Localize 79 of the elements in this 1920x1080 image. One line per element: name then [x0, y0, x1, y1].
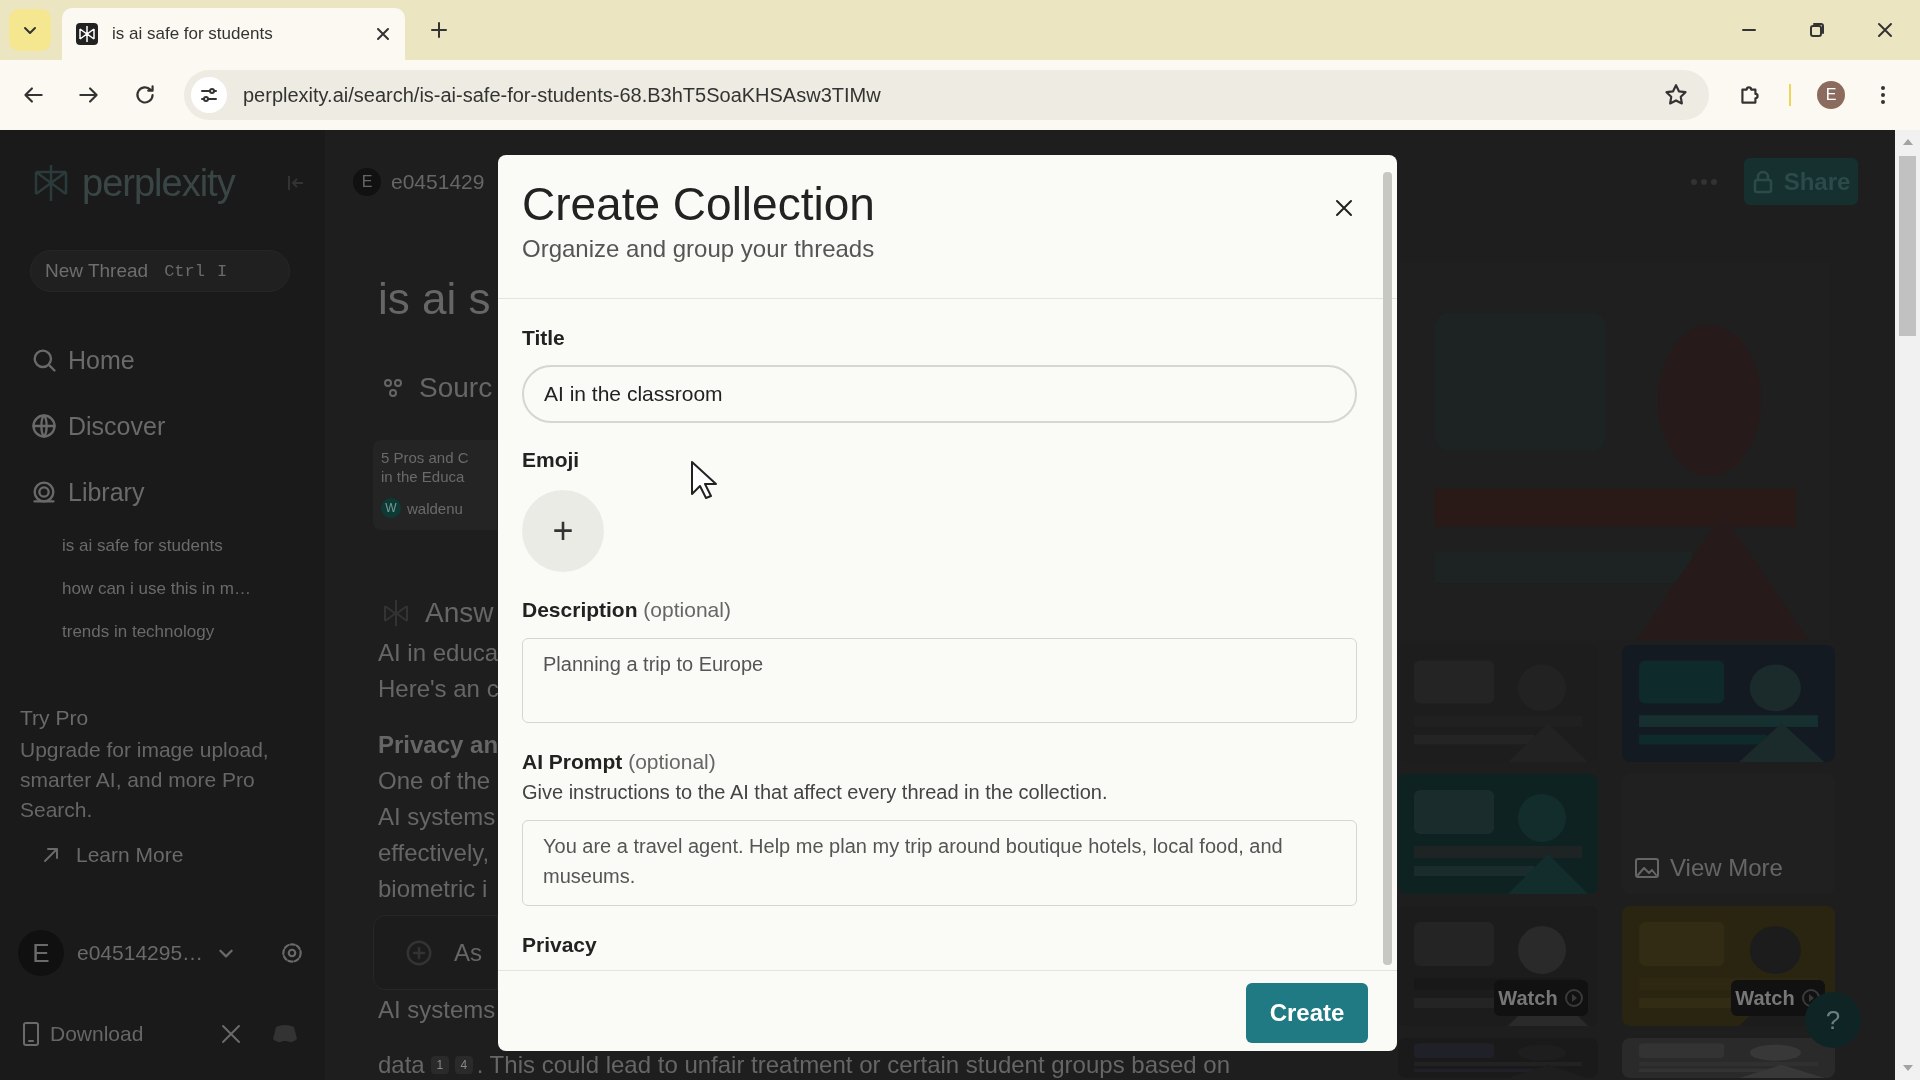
- citation-badge[interactable]: 1: [430, 1056, 449, 1074]
- source-site: waldenu: [407, 498, 463, 518]
- library-thread-link[interactable]: how can i use this in m…: [62, 577, 325, 601]
- x-logo-icon[interactable]: [220, 1023, 242, 1045]
- section-heading: Sourc: [419, 372, 493, 404]
- add-emoji-button[interactable]: +: [522, 490, 604, 572]
- watch-button[interactable]: Watch: [1731, 980, 1825, 1016]
- field-label: AI Prompt (optional): [522, 749, 717, 775]
- globe-icon: [30, 412, 58, 440]
- shortcut-key: Ctrl: [164, 261, 205, 281]
- description-field[interactable]: Planning a trip to Europe: [522, 638, 1357, 723]
- close-icon[interactable]: [1333, 197, 1355, 219]
- learn-more-link[interactable]: Learn More: [40, 841, 325, 869]
- restore-icon[interactable]: [1808, 21, 1826, 39]
- scrollbar-thumb[interactable]: [1899, 156, 1916, 336]
- browser-tab[interactable]: is ai safe for students: [62, 8, 405, 60]
- perplexity-logo-icon: [76, 23, 98, 45]
- answer-text: data: [378, 1052, 425, 1078]
- sliders-icon: [199, 85, 219, 105]
- address-bar[interactable]: perplexity.ai/search/is-ai-safe-for-students-68.B3hT5SoaKHSAsw3TIMw: [184, 70, 1709, 120]
- answer-text: Here's an c: [378, 674, 499, 704]
- new-thread-button[interactable]: New Thread Ctrl I: [30, 250, 290, 292]
- close-icon[interactable]: [375, 26, 391, 42]
- field-help-text: Give instructions to the AI that affect every thread in the collection.: [522, 780, 1109, 804]
- field-label: Description (optional): [522, 597, 732, 623]
- sources-icon: [381, 376, 405, 400]
- dialog-title: Create Collection: [522, 177, 875, 231]
- title-field[interactable]: AI in the classroom: [522, 365, 1357, 423]
- thread-title: is ai s: [378, 274, 492, 324]
- close-icon[interactable]: [1876, 21, 1894, 39]
- citation-badge[interactable]: 4: [454, 1056, 473, 1074]
- settings-icon[interactable]: [279, 940, 305, 966]
- nav-item[interactable]: Home: [30, 340, 325, 380]
- field-label: Title: [522, 325, 566, 351]
- view-more-button[interactable]: View More: [1634, 854, 1823, 882]
- library-thread-link[interactable]: is ai safe for students: [62, 534, 325, 558]
- nav-item[interactable]: Discover: [30, 406, 325, 446]
- image-icon: [1634, 856, 1660, 880]
- site-settings-button[interactable]: [191, 77, 227, 113]
- answer-text: . This could lead to unfair treatment or certain student groups based on: [476, 1052, 1231, 1078]
- answer-text: effectively,: [378, 838, 490, 868]
- source-title: in the Educa: [381, 467, 466, 486]
- field-label: Emoji: [522, 447, 581, 473]
- phone-icon: [20, 1021, 42, 1047]
- user-name: e0451429: [391, 170, 485, 194]
- new-thread-label: New Thread: [45, 260, 149, 282]
- library-thread-link[interactable]: trends in technology: [62, 620, 325, 644]
- user-avatar[interactable]: E: [18, 930, 64, 976]
- lock-icon: [1751, 169, 1774, 194]
- new-tab-icon[interactable]: [429, 20, 449, 40]
- mouse-pointer-icon: [690, 460, 718, 500]
- watch-button[interactable]: Watch: [1494, 980, 1588, 1016]
- answer-subheading: Privacy an: [378, 730, 499, 760]
- section-heading: Answ: [425, 597, 494, 629]
- answer-text: One of the: [378, 766, 491, 796]
- shortcut-key: I: [216, 261, 228, 281]
- try-pro-text: Upgrade for image upload, smarter AI, and more Pro Search.: [20, 737, 270, 823]
- answer-text: biometric i: [378, 874, 488, 904]
- download-link[interactable]: Download: [50, 1022, 220, 1046]
- site-favicon: W: [381, 498, 401, 518]
- nav-item[interactable]: Library: [30, 472, 325, 512]
- field-label: Privacy: [522, 932, 598, 958]
- try-pro-title: Try Pro: [20, 706, 90, 730]
- ai-prompt-field[interactable]: You are a travel agent. Help me plan my trip around boutique hotels, local food, and museums.: [522, 820, 1357, 906]
- ask-follow-up-field[interactable]: As: [373, 915, 498, 990]
- help-button[interactable]: ?: [1805, 992, 1861, 1048]
- dialog-subtitle: Organize and group your threads: [522, 235, 875, 263]
- user-name[interactable]: e04514295…: [77, 941, 217, 965]
- answer-text: AI in educa: [378, 638, 499, 668]
- answer-text: AI systems: [378, 802, 496, 832]
- tab-title: is ai safe for students: [112, 24, 274, 44]
- play-circle-icon: [1563, 988, 1584, 1008]
- profile-avatar[interactable]: E: [1817, 81, 1845, 109]
- source-card[interactable]: 5 Pros and C in the Educa W waldenu: [373, 440, 497, 530]
- url-text: perplexity.ai/search/is-ai-safe-for-students-68.B3hT5SoaKHSAsw3TIMw: [243, 83, 882, 107]
- user-avatar: E: [353, 168, 381, 196]
- answer-text: AI systems: [378, 995, 496, 1025]
- source-title: 5 Pros and C: [381, 448, 470, 467]
- create-button[interactable]: Create: [1246, 983, 1368, 1043]
